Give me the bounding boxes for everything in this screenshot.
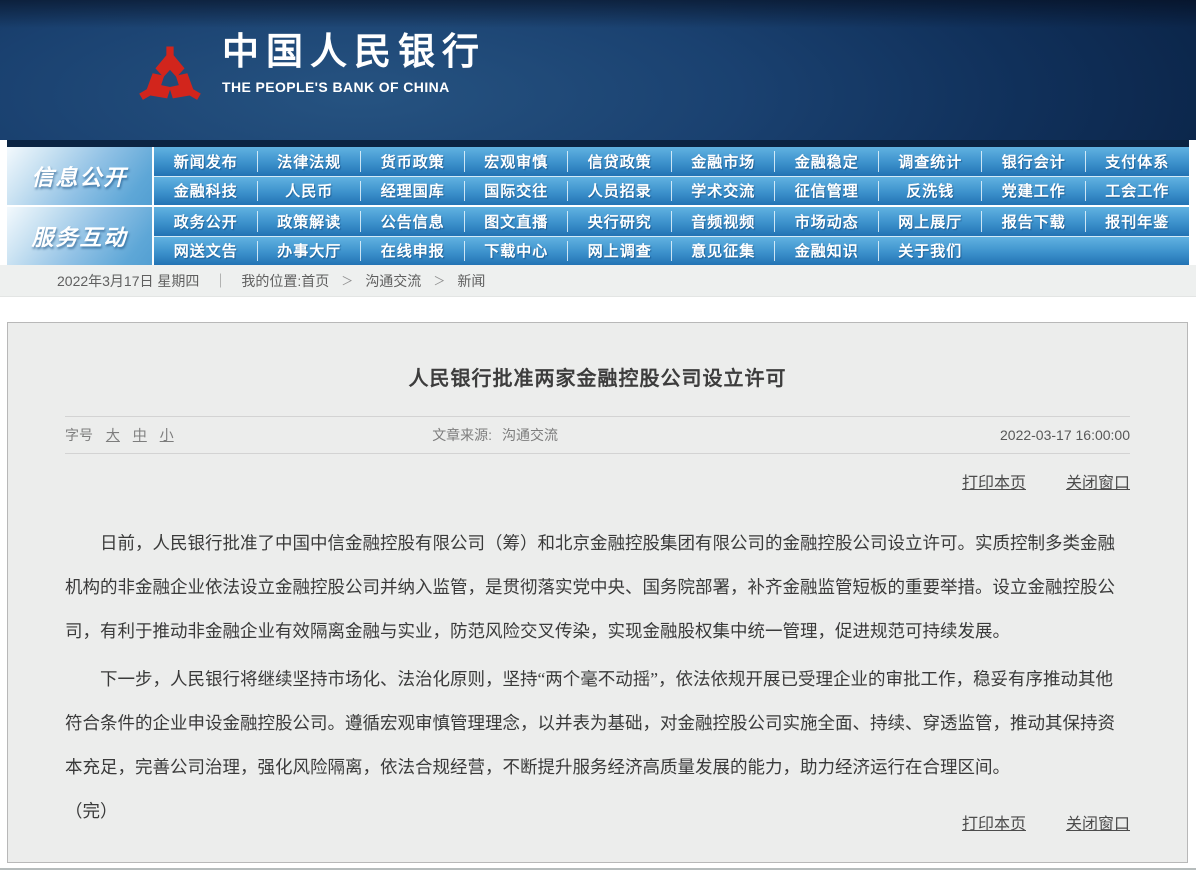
nav-item[interactable]: 市场动态 [775, 207, 879, 236]
nav-item[interactable]: 支付体系 [1086, 147, 1190, 176]
nav-item[interactable]: 金融知识 [775, 237, 879, 266]
nav-item[interactable]: 人员招录 [568, 177, 672, 206]
nav-item[interactable]: 宏观审慎 [465, 147, 569, 176]
chevron-right-icon: ＞ [341, 272, 353, 289]
nav-section-service-interaction: 服务互动 政务公开 政策解读 公告信息 图文直播 央行研究 音频视频 市场动态 … [7, 207, 1189, 265]
article-panel: 人民银行批准两家金融控股公司设立许可 字号 大 中 小 文章来源: 沟通交流 2… [7, 322, 1188, 863]
font-size-large-link[interactable]: 大 [106, 427, 120, 443]
nav-item[interactable]: 网送文告 [154, 237, 258, 266]
print-button[interactable]: 打印本页 [962, 475, 1026, 492]
nav-item[interactable]: 经理国库 [361, 177, 465, 206]
article-paragraph: 下一步，人民银行将继续坚持市场化、法治化原则，坚持“两个毫不动摇”，依法依规开展… [65, 657, 1130, 789]
nav-row-filler [982, 237, 1189, 266]
bottom-divider [0, 868, 1196, 870]
article-datetime: 2022-03-17 16:00:00 [813, 427, 1130, 443]
chevron-right-icon: ＞ [433, 272, 445, 289]
breadcrumb-location-label: 我的位置: [241, 271, 301, 291]
breadcrumb: 2022年3月17日 星期四 ｜ 我的位置: 首页 ＞ 沟通交流 ＞ 新闻 [0, 265, 1196, 297]
nav-item[interactable]: 央行研究 [568, 207, 672, 236]
article-actions-bottom: 打印本页 关闭窗口 [926, 810, 1130, 834]
bank-name-cn: 中国人民银行 [222, 30, 486, 76]
nav-item[interactable]: 货币政策 [361, 147, 465, 176]
nav-item[interactable]: 人民币 [258, 177, 362, 206]
nav-item[interactable]: 金融稳定 [775, 147, 879, 176]
nav-item[interactable]: 法律法规 [258, 147, 362, 176]
nav-item[interactable]: 党建工作 [982, 177, 1086, 206]
nav-item[interactable]: 报告下载 [982, 207, 1086, 236]
nav-section-info-disclosure: 信息公开 新闻发布 法律法规 货币政策 宏观审慎 信贷政策 金融市场 金融稳定 … [7, 147, 1189, 205]
article-source-label: 文章来源: [432, 427, 492, 443]
article-source-value: 沟通交流 [502, 427, 558, 443]
breadcrumb-link-home[interactable]: 首页 [301, 271, 329, 291]
nav-item[interactable]: 征信管理 [775, 177, 879, 206]
nav-item[interactable]: 金融科技 [154, 177, 258, 206]
breadcrumb-link-news[interactable]: 新闻 [457, 271, 485, 291]
nav-item[interactable]: 反洗钱 [879, 177, 983, 206]
print-button[interactable]: 打印本页 [962, 816, 1026, 833]
nav-item[interactable]: 网上调查 [568, 237, 672, 266]
nav-item[interactable]: 公告信息 [361, 207, 465, 236]
nav-item[interactable]: 工会工作 [1086, 177, 1190, 206]
font-size-medium-link[interactable]: 中 [133, 427, 147, 443]
nav-item[interactable]: 政策解读 [258, 207, 362, 236]
nav-item[interactable]: 学术交流 [672, 177, 776, 206]
nav-item[interactable]: 下载中心 [465, 237, 569, 266]
header-banner: 中国人民银行 THE PEOPLE'S BANK OF CHINA [0, 0, 1196, 140]
nav-item[interactable]: 新闻发布 [154, 147, 258, 176]
section-label-service-interaction: 服务互动 [7, 207, 154, 265]
nav-item[interactable]: 意见征集 [672, 237, 776, 266]
font-size-small-link[interactable]: 小 [160, 427, 174, 443]
article-title: 人民银行批准两家金融控股公司设立许可 [65, 323, 1130, 391]
article-body: 日前，人民银行批准了中国中信金融控股有限公司（筹）和北京金融控股集团有限公司的金… [65, 521, 1130, 833]
nav-item[interactable]: 国际交往 [465, 177, 569, 206]
nav-item[interactable]: 关于我们 [879, 237, 983, 266]
main-navigation: 信息公开 新闻发布 法律法规 货币政策 宏观审慎 信贷政策 金融市场 金融稳定 … [7, 140, 1189, 265]
article-meta-bar: 字号 大 中 小 文章来源: 沟通交流 2022-03-17 16:00:00 [65, 416, 1130, 454]
breadcrumb-link-exchange[interactable]: 沟通交流 [365, 271, 421, 291]
nav-item[interactable]: 网上展厅 [879, 207, 983, 236]
font-size-label: 字号 [65, 427, 93, 443]
article-paragraph: 日前，人民银行批准了中国中信金融控股有限公司（筹）和北京金融控股集团有限公司的金… [65, 521, 1130, 653]
close-button[interactable]: 关闭窗口 [1066, 475, 1130, 492]
breadcrumb-pipe: ｜ [213, 271, 227, 291]
nav-item[interactable]: 政务公开 [154, 207, 258, 236]
breadcrumb-date: 2022年3月17日 星期四 [57, 271, 199, 291]
nav-item[interactable]: 音频视频 [672, 207, 776, 236]
bank-name-en: THE PEOPLE'S BANK OF CHINA [222, 79, 486, 95]
nav-item[interactable]: 信贷政策 [568, 147, 672, 176]
close-button[interactable]: 关闭窗口 [1066, 816, 1130, 833]
nav-item[interactable]: 调查统计 [879, 147, 983, 176]
nav-item[interactable]: 办事大厅 [258, 237, 362, 266]
section-label-info-disclosure: 信息公开 [7, 147, 154, 205]
nav-item[interactable]: 图文直播 [465, 207, 569, 236]
nav-item[interactable]: 银行会计 [982, 147, 1086, 176]
article-actions-top: 打印本页 关闭窗口 [65, 469, 1130, 493]
nav-top-divider [7, 140, 1189, 147]
page-gap [0, 297, 1196, 322]
nav-item[interactable]: 金融市场 [672, 147, 776, 176]
nav-item[interactable]: 报刊年鉴 [1086, 207, 1190, 236]
pboc-logo-icon [138, 34, 202, 126]
nav-item[interactable]: 在线申报 [361, 237, 465, 266]
